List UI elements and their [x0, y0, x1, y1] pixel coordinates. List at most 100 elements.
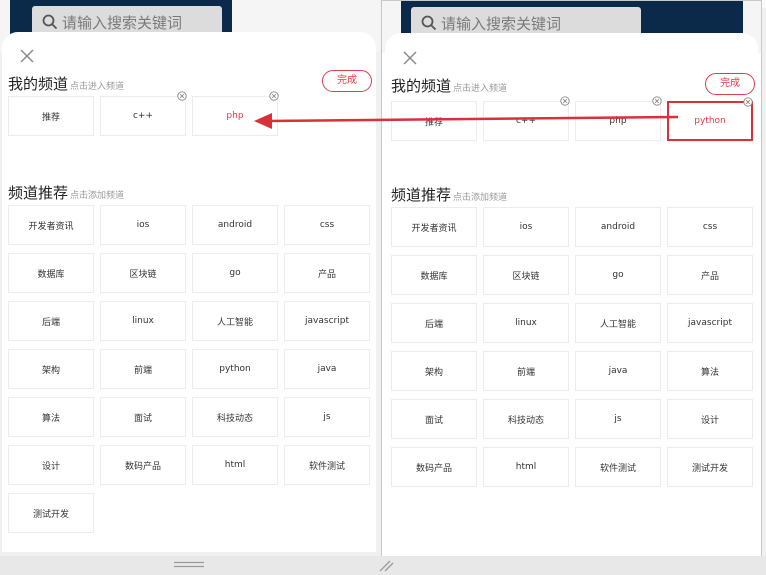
channel-chip[interactable]: js: [284, 397, 370, 437]
my-channels-hint: 点击进入频道: [70, 82, 125, 92]
channel-chip[interactable]: 开发者资讯: [391, 207, 477, 247]
channel-chip[interactable]: 前端: [100, 349, 186, 389]
channel-chip[interactable]: android: [192, 205, 278, 245]
channel-chip[interactable]: 前端: [483, 351, 569, 391]
channel-chip-label: python: [219, 364, 251, 374]
channel-chip[interactable]: 设计: [8, 445, 94, 485]
channel-chip[interactable]: android: [575, 207, 661, 247]
search-icon: [42, 14, 58, 30]
channel-chip[interactable]: 架构: [391, 351, 477, 391]
channel-chip[interactable]: 数码产品: [391, 447, 477, 487]
channel-chip-label: linux: [515, 318, 537, 328]
channel-chip[interactable]: linux: [483, 303, 569, 343]
delete-circle-icon[interactable]: [743, 97, 753, 107]
channel-chip[interactable]: ios: [483, 207, 569, 247]
channel-chip-label: 软件测试: [599, 463, 636, 474]
channel-chip-label: go: [612, 270, 624, 280]
recommend-hint: 点击添加频道: [453, 193, 508, 203]
channel-chip[interactable]: 推荐: [8, 96, 94, 136]
channel-chip-label: 设计: [700, 415, 719, 426]
recommend-grid: 开发者资讯 ios android css 数据库 区块链 go 产品 后端 linux 人工智能 j…: [8, 205, 370, 533]
channel-chip[interactable]: 数据库: [8, 253, 94, 293]
recommend-hint: 点击添加频道: [70, 191, 125, 201]
channel-chip[interactable]: 人工智能: [192, 301, 278, 341]
channel-chip[interactable]: javascript: [284, 301, 370, 341]
channel-chip[interactable]: 架构: [8, 349, 94, 389]
resize-grip-icon[interactable]: [378, 558, 394, 572]
channel-chip[interactable]: 开发者资讯: [8, 205, 94, 245]
channel-chip[interactable]: javascript: [667, 303, 753, 343]
channel-chip-label: 测试开发: [32, 509, 69, 520]
done-button[interactable]: 完成: [705, 73, 755, 95]
close-icon[interactable]: [20, 49, 34, 63]
channel-chip[interactable]: go: [192, 253, 278, 293]
channel-chip[interactable]: css: [667, 207, 753, 247]
channel-chip-label: css: [702, 222, 718, 232]
channel-chip-label: 区块链: [129, 269, 157, 280]
delete-circle-icon[interactable]: [177, 91, 187, 101]
channel-chip[interactable]: python: [667, 97, 753, 141]
channel-chip[interactable]: 区块链: [100, 253, 186, 293]
channel-edit-sheet: 我的频道 点击进入频道 完成 推荐 c++ php 频道推荐 点击添加频道 开发者资讯 i…: [2, 32, 376, 552]
channel-chip[interactable]: 面试: [100, 397, 186, 437]
channel-chip[interactable]: 算法: [8, 397, 94, 437]
channel-chip-label: 后端: [424, 319, 443, 330]
channel-chip[interactable]: ios: [100, 205, 186, 245]
channel-chip[interactable]: java: [575, 351, 661, 391]
channel-chip-label: html: [224, 460, 246, 470]
channel-chip[interactable]: 软件测试: [575, 447, 661, 487]
close-icon[interactable]: [403, 51, 417, 65]
channel-chip[interactable]: 面试: [391, 399, 477, 439]
channel-chip[interactable]: 产品: [667, 255, 753, 295]
done-button[interactable]: 完成: [322, 70, 372, 92]
channel-chip[interactable]: 设计: [667, 399, 753, 439]
search-icon: [421, 15, 437, 31]
channel-chip[interactable]: 推荐: [391, 101, 477, 141]
recommend-title: 频道推荐 点击添加频道: [391, 186, 508, 204]
channel-chip-label: css: [319, 220, 335, 230]
channel-chip[interactable]: 后端: [8, 301, 94, 341]
channel-chip[interactable]: python: [192, 349, 278, 389]
channel-chip-label: 设计: [41, 461, 60, 472]
channel-chip[interactable]: linux: [100, 301, 186, 341]
channel-chip[interactable]: php: [192, 91, 279, 136]
channel-chip[interactable]: html: [483, 447, 569, 487]
channel-chip-label: ios: [519, 222, 533, 232]
channel-chip-label: 面试: [424, 415, 443, 426]
channel-chip[interactable]: 区块链: [483, 255, 569, 295]
channel-chip[interactable]: 科技动态: [483, 399, 569, 439]
channel-chip[interactable]: php: [575, 96, 662, 141]
channel-chip[interactable]: c++: [100, 91, 187, 136]
channel-chip[interactable]: html: [192, 445, 278, 485]
channel-chip[interactable]: js: [575, 399, 661, 439]
channel-chip-label: 后端: [41, 317, 60, 328]
channel-chip-label: 产品: [317, 269, 336, 280]
channel-chip[interactable]: java: [284, 349, 370, 389]
channel-chip-label: android: [217, 220, 253, 230]
channel-chip[interactable]: 数码产品: [100, 445, 186, 485]
channel-chip[interactable]: 人工智能: [575, 303, 661, 343]
delete-circle-icon[interactable]: [269, 91, 279, 101]
channel-chip-label: 算法: [41, 413, 60, 424]
channel-chip-label: 面试: [133, 413, 152, 424]
channel-chip[interactable]: 科技动态: [192, 397, 278, 437]
channel-chip[interactable]: 测试开发: [8, 493, 94, 533]
drag-handle-icon[interactable]: [172, 561, 206, 568]
channel-chip[interactable]: c++: [483, 96, 570, 141]
channel-chip[interactable]: 后端: [391, 303, 477, 343]
channel-chip-label: java: [608, 366, 628, 376]
channel-chip[interactable]: 算法: [667, 351, 753, 391]
channel-chip-label: php: [609, 116, 627, 126]
delete-circle-icon[interactable]: [652, 96, 662, 106]
channel-chip[interactable]: css: [284, 205, 370, 245]
channel-chip-label: 架构: [424, 367, 443, 378]
channel-chip[interactable]: 测试开发: [667, 447, 753, 487]
channel-chip[interactable]: go: [575, 255, 661, 295]
channel-chip[interactable]: 产品: [284, 253, 370, 293]
channel-chip[interactable]: 数据库: [391, 255, 477, 295]
delete-circle-icon[interactable]: [560, 96, 570, 106]
channel-chip-label: 前端: [133, 365, 152, 376]
channel-chip[interactable]: 软件测试: [284, 445, 370, 485]
channel-chip-label: 推荐: [41, 112, 60, 123]
my-channels-grid: 推荐 c++ php python: [391, 96, 753, 141]
